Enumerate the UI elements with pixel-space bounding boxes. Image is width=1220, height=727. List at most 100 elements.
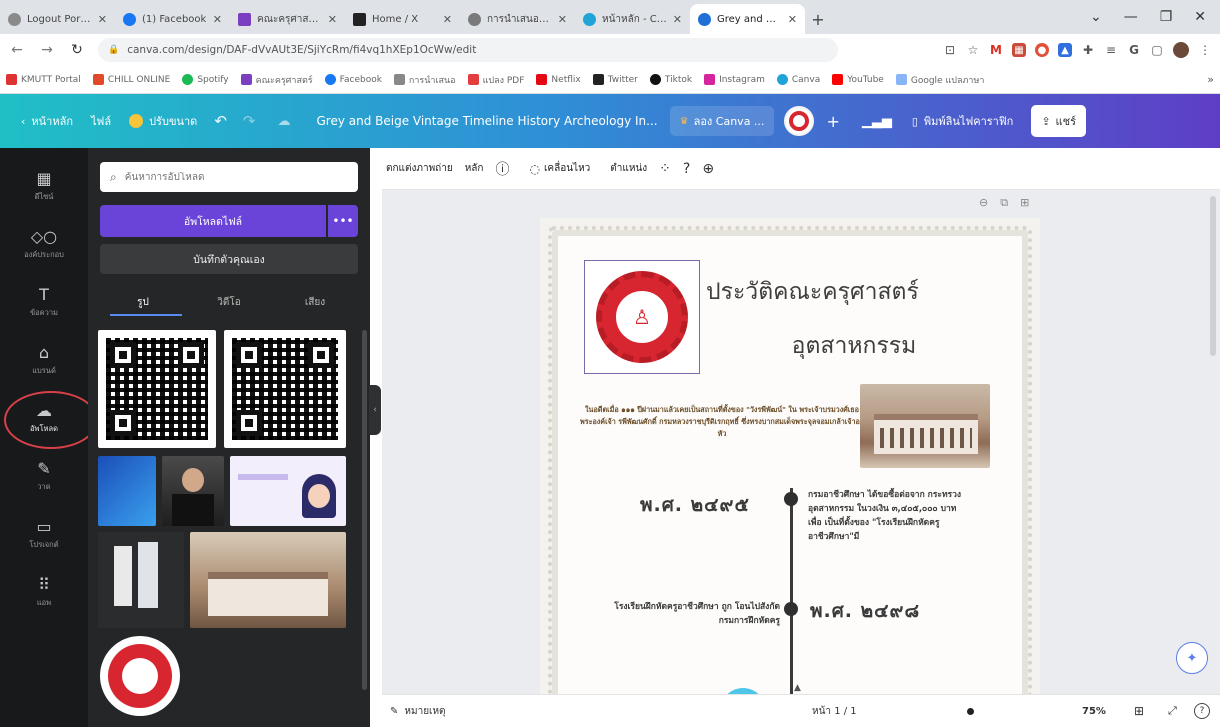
- try-pro-button[interactable]: ♛ ลอง Canva ...: [669, 106, 775, 136]
- url-field[interactable]: 🔒 canva.com/design/DAF-dVvAUt3E/SjiYcRm/…: [98, 38, 838, 62]
- faculty-logo-frame[interactable]: ♙: [584, 260, 700, 374]
- rail-item-brand[interactable]: ⌂ แบรนด์: [0, 332, 88, 390]
- browser-tab[interactable]: การนำเสนอข้อมูลด้ว ✕: [460, 4, 575, 34]
- undo-icon[interactable]: ↶: [206, 112, 235, 130]
- rail-item-apps[interactable]: ⠿ แอพ: [0, 564, 88, 622]
- avatar[interactable]: [784, 106, 815, 136]
- reading-list-icon[interactable]: ≡: [1104, 43, 1118, 57]
- extensions-puzzle-icon[interactable]: ✚: [1081, 43, 1095, 57]
- rail-item-draw[interactable]: ✎ วาด: [0, 448, 88, 506]
- collapse-panel-button[interactable]: ‹: [369, 385, 381, 435]
- browser-tab[interactable]: Logout Portal ✕: [0, 4, 115, 34]
- show-pages-caret-icon[interactable]: ▲: [794, 683, 801, 693]
- upload-thumbnail-qr[interactable]: [98, 330, 216, 448]
- upload-files-button[interactable]: อัพโหลดไฟล์: [100, 205, 326, 237]
- browser-tab-active[interactable]: Grey and Beige Vi ✕: [690, 4, 805, 34]
- magic-assistant-button[interactable]: ✦: [1176, 642, 1208, 674]
- close-tab-icon[interactable]: ✕: [98, 13, 107, 26]
- close-tab-icon[interactable]: ✕: [673, 13, 682, 26]
- bookmark-item[interactable]: Google แปลภาษา: [895, 73, 984, 87]
- forward-icon[interactable]: →: [38, 42, 56, 58]
- upload-thumbnail-illustration[interactable]: [230, 456, 346, 526]
- close-tab-icon[interactable]: ✕: [558, 13, 567, 26]
- insights-icon[interactable]: ▁▃▅: [852, 114, 902, 129]
- tab-images[interactable]: รูป: [100, 288, 186, 316]
- duplicate-page-icon[interactable]: ⧉: [1000, 196, 1008, 210]
- install-icon[interactable]: ⊡: [943, 43, 957, 57]
- upload-thumbnail-people[interactable]: [98, 532, 184, 628]
- upload-more-options-button[interactable]: •••: [328, 205, 358, 237]
- bookmark-item[interactable]: YouTube: [832, 74, 884, 85]
- document-title[interactable]: Grey and Beige Vintage Timeline History …: [304, 114, 669, 128]
- bookmark-item[interactable]: Spotify: [182, 74, 229, 85]
- poster-title-line2[interactable]: อุตสาหกรรม: [754, 328, 954, 364]
- fullscreen-icon[interactable]: ⤢: [1168, 704, 1177, 718]
- redo-icon[interactable]: ↷: [235, 112, 264, 130]
- print-button[interactable]: ▯ พิมพ์ลินไฟคาราฟิก: [902, 106, 1023, 136]
- close-window-icon[interactable]: ✕: [1194, 9, 1206, 25]
- timeline-event-2[interactable]: โรงเรียนฝึกหัดครูอาชีวศึกษา ถูก โอนไปสัง…: [608, 600, 780, 628]
- bookmark-item[interactable]: Netflix: [536, 74, 581, 85]
- upload-thumbnail-logo[interactable]: [100, 636, 180, 716]
- bookmark-item[interactable]: Tiktok: [649, 74, 692, 85]
- add-collaborator-icon[interactable]: +: [814, 112, 851, 131]
- resize-button[interactable]: ปรับขนาด: [120, 106, 206, 136]
- help-icon[interactable]: ?: [1194, 703, 1210, 719]
- rail-item-text[interactable]: T ข้อความ: [0, 274, 88, 332]
- extension-icon[interactable]: ●: [1035, 43, 1049, 57]
- bookmark-item[interactable]: KMUTT Portal: [6, 74, 81, 85]
- lock-icon[interactable]: ⊕: [702, 161, 714, 177]
- position-button[interactable]: ตำแหน่ง: [610, 161, 647, 176]
- gmail-icon[interactable]: M: [989, 43, 1003, 57]
- poster-title-line1[interactable]: ประวัติคณะครุศาสตร์: [706, 274, 1006, 310]
- search-box[interactable]: ⌕: [100, 162, 358, 192]
- browser-tab[interactable]: Home / X ✕: [345, 4, 460, 34]
- profile-avatar[interactable]: [1173, 42, 1189, 58]
- animate-button[interactable]: เคลื่อนไหว: [544, 161, 590, 176]
- upload-thumbnail-building[interactable]: [190, 532, 346, 628]
- upload-thumbnail-graphic[interactable]: [98, 456, 156, 526]
- minimize-icon[interactable]: —: [1124, 9, 1138, 25]
- google-icon[interactable]: G: [1127, 43, 1141, 57]
- add-page-icon[interactable]: ⊞: [1020, 196, 1029, 210]
- share-button[interactable]: ⇪ แชร์: [1031, 105, 1086, 137]
- bookmark-item[interactable]: Twitter: [592, 74, 638, 85]
- rail-item-design[interactable]: ▦ ดีไซน์: [0, 158, 88, 216]
- canvas-scrollbar[interactable]: [1210, 196, 1216, 356]
- panel-scrollbar[interactable]: [362, 330, 367, 690]
- extension-icon[interactable]: ▦: [1012, 43, 1026, 57]
- tab-search-icon[interactable]: ⌄: [1090, 9, 1102, 25]
- reload-icon[interactable]: ↻: [68, 42, 86, 58]
- bookmark-star-icon[interactable]: ☆: [966, 43, 980, 57]
- browser-tab[interactable]: คณะครุศาสตร์อุตสาห ✕: [230, 4, 345, 34]
- design-page[interactable]: ♙ ประวัติคณะครุศาสตร์ อุตสาหกรรม ในอดีตเ…: [540, 218, 1040, 694]
- back-icon[interactable]: ←: [8, 42, 26, 58]
- zoom-level[interactable]: 75%: [1082, 706, 1106, 717]
- close-tab-icon[interactable]: ✕: [788, 13, 797, 26]
- maximize-icon[interactable]: ❐: [1160, 9, 1173, 25]
- close-tab-icon[interactable]: ✕: [328, 13, 337, 26]
- intro-paragraph[interactable]: ในอดีตเมื่อ ๑๑๑ ปีผ่านมาแล้วเคยเป็นสถานท…: [580, 404, 864, 440]
- bookmark-item[interactable]: แปลง PDF: [467, 73, 524, 87]
- bookmark-item[interactable]: การนำเสนอ: [393, 73, 456, 87]
- extension-icon[interactable]: ▲: [1058, 43, 1072, 57]
- transparency-icon[interactable]: ⁘: [659, 161, 671, 177]
- timeline-year-2[interactable]: พ.ศ. ๒๔๙๘: [810, 596, 920, 626]
- grid-view-icon[interactable]: ⊞: [1134, 704, 1144, 718]
- side-panel-icon[interactable]: ▢: [1150, 43, 1164, 57]
- paint-format-icon[interactable]: ?: [683, 161, 690, 177]
- tab-audio[interactable]: เสียง: [272, 288, 358, 316]
- bookmark-item[interactable]: Facebook: [324, 74, 382, 85]
- info-icon[interactable]: ⓘ: [495, 159, 509, 179]
- upload-thumbnail-portrait[interactable]: [162, 456, 224, 526]
- rail-item-projects[interactable]: ▭ โปรเจกต์: [0, 506, 88, 564]
- upload-thumbnail-qr[interactable]: [224, 330, 346, 448]
- page-indicator[interactable]: หน้า 1 / 1: [812, 704, 857, 719]
- tab-videos[interactable]: วิดีโอ: [186, 288, 272, 316]
- record-yourself-button[interactable]: บันทึกตัวคุณเอง: [100, 244, 358, 274]
- rail-item-elements[interactable]: ◇○ องค์ประกอบ: [0, 216, 88, 274]
- bookmark-item[interactable]: คณะครุศาสตร์: [240, 73, 313, 87]
- bookmark-item[interactable]: Instagram: [704, 74, 765, 85]
- file-menu-button[interactable]: ไฟล์: [82, 106, 120, 136]
- lock-page-icon[interactable]: ⊖: [979, 196, 988, 210]
